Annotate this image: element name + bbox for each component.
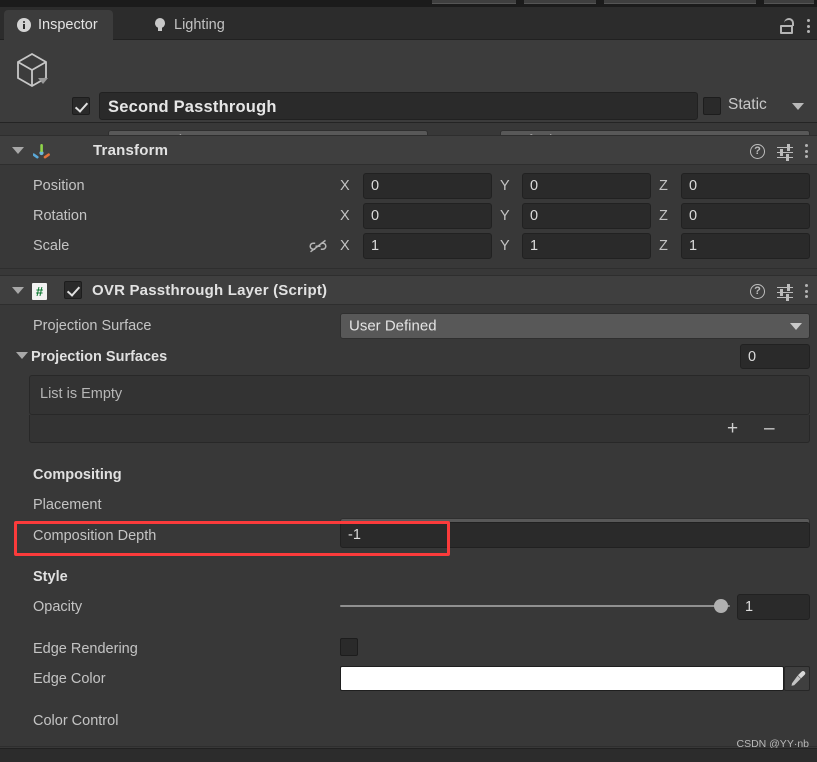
rotation-y-input[interactable]: 0 <box>522 203 651 229</box>
projection-surfaces-foldout-icon[interactable] <box>16 352 28 359</box>
kebab-menu-icon[interactable] <box>805 283 809 299</box>
list-empty-text: List is Empty <box>40 386 123 402</box>
preset-sliders-icon[interactable] <box>777 143 793 161</box>
above-chip-2 <box>524 0 596 4</box>
scale-label: Scale <box>33 238 70 254</box>
projection-surface-value: User Defined <box>349 317 437 335</box>
rotation-z-input[interactable]: 0 <box>681 203 810 229</box>
transform-title: Transform <box>93 142 169 159</box>
opacity-label: Opacity <box>33 599 83 615</box>
help-icon[interactable]: ? <box>750 283 765 299</box>
projection-surfaces-label: Projection Surfaces <box>31 349 168 365</box>
rotation-z-axis-label: Z <box>659 208 668 224</box>
kebab-menu-icon[interactable] <box>807 18 811 34</box>
projection-surface-label: Projection Surface <box>33 318 152 334</box>
panel-bottom-bar <box>0 748 817 762</box>
above-chip-1 <box>432 0 516 4</box>
preset-sliders-icon[interactable] <box>777 283 793 301</box>
gameobject-name-input[interactable]: Second Passthrough <box>99 92 698 120</box>
transform-header-icons: ? <box>750 143 809 161</box>
tab-inspector-label: Inspector <box>38 17 98 33</box>
transform-foldout-icon[interactable] <box>12 147 24 154</box>
passthrough-title: OVR Passthrough Layer (Script) <box>92 282 328 299</box>
position-z-input[interactable]: 0 <box>681 173 810 199</box>
lock-open-icon[interactable] <box>780 18 794 34</box>
edge-rendering-label: Edge Rendering <box>33 641 138 657</box>
gameobject-header: Second Passthrough Static Tag Untagged L… <box>0 40 817 152</box>
passthrough-foldout-icon[interactable] <box>12 287 24 294</box>
composition-depth-label: Composition Depth <box>33 528 157 544</box>
projection-surfaces-count-input[interactable]: 0 <box>740 344 810 369</box>
panel-tab-bar: Inspector Lighting <box>0 7 817 40</box>
passthrough-header-icons: ? <box>750 283 809 301</box>
projection-surface-dropdown[interactable]: User Defined <box>340 313 810 339</box>
position-y-axis-label: Y <box>500 178 510 194</box>
tab-lighting-label: Lighting <box>174 17 225 33</box>
position-label: Position <box>33 178 85 194</box>
projection-surfaces-listbox[interactable]: List is Empty <box>29 375 810 415</box>
composition-depth-input[interactable]: -1 <box>340 522 810 548</box>
rotation-label: Rotation <box>33 208 88 224</box>
edge-color-eyedropper-button[interactable] <box>784 666 810 691</box>
color-control-label: Color Control <box>33 713 119 729</box>
position-y-input[interactable]: 0 <box>522 173 651 199</box>
scale-y-axis-label: Y <box>500 238 510 254</box>
scale-z-axis-label: Z <box>659 238 668 254</box>
passthrough-enabled-checkbox[interactable] <box>64 281 82 299</box>
rotation-x-axis-label: X <box>340 208 350 224</box>
scale-z-input[interactable]: 1 <box>681 233 810 259</box>
placement-label: Placement <box>33 497 102 513</box>
position-z-axis-label: Z <box>659 178 668 194</box>
transform-gizmo-icon <box>32 143 50 160</box>
unity-inspector-window: Inspector Lighting Second Passthrough St… <box>0 0 817 762</box>
bottom-divider <box>0 746 817 747</box>
add-item-button[interactable]: + <box>727 419 738 438</box>
gameobject-enabled-checkbox[interactable] <box>72 97 90 115</box>
rotation-y-axis-label: Y <box>500 208 510 224</box>
scale-x-axis-label: X <box>340 238 350 254</box>
compositing-heading: Compositing <box>33 467 122 483</box>
tab-inspector[interactable]: Inspector <box>4 10 113 40</box>
projection-surfaces-list-footer <box>29 415 810 443</box>
static-label: Static <box>728 96 767 113</box>
edge-rendering-checkbox[interactable] <box>340 638 358 656</box>
unlinked-scale-icon[interactable] <box>309 239 327 253</box>
kebab-menu-icon[interactable] <box>805 143 809 159</box>
panel-header-icons <box>780 18 811 34</box>
info-circle-icon <box>17 18 31 32</box>
transform-component-header[interactable]: Transform ? <box>0 135 817 165</box>
panel-above-sliver <box>0 0 817 7</box>
style-heading: Style <box>33 569 68 585</box>
cube-icon <box>13 50 51 90</box>
scale-y-input[interactable]: 1 <box>522 233 651 259</box>
edge-color-label: Edge Color <box>33 671 106 687</box>
rotation-x-input[interactable]: 0 <box>363 203 492 229</box>
above-chip-4 <box>764 0 814 4</box>
opacity-slider-knob[interactable] <box>714 599 728 613</box>
edge-color-swatch[interactable] <box>340 666 784 691</box>
tab-lighting[interactable]: Lighting <box>140 10 240 40</box>
csharp-script-icon: # <box>32 283 47 300</box>
chevron-down-icon <box>790 323 802 330</box>
help-icon[interactable]: ? <box>750 143 765 159</box>
remove-item-button[interactable]: – <box>764 419 775 438</box>
opacity-slider-track[interactable] <box>340 605 730 607</box>
above-chip-3 <box>604 0 756 4</box>
cube-icon-dropdown-caret[interactable] <box>38 78 48 84</box>
static-dropdown-caret[interactable] <box>792 103 804 110</box>
position-x-axis-label: X <box>340 178 350 194</box>
component-divider <box>0 268 817 269</box>
static-checkbox[interactable] <box>703 97 721 115</box>
ovr-passthrough-component-header[interactable]: # OVR Passthrough Layer (Script) ? <box>0 275 817 305</box>
lightbulb-icon <box>153 17 167 33</box>
opacity-value-input[interactable]: 1 <box>737 594 810 620</box>
position-x-input[interactable]: 0 <box>363 173 492 199</box>
scale-x-input[interactable]: 1 <box>363 233 492 259</box>
